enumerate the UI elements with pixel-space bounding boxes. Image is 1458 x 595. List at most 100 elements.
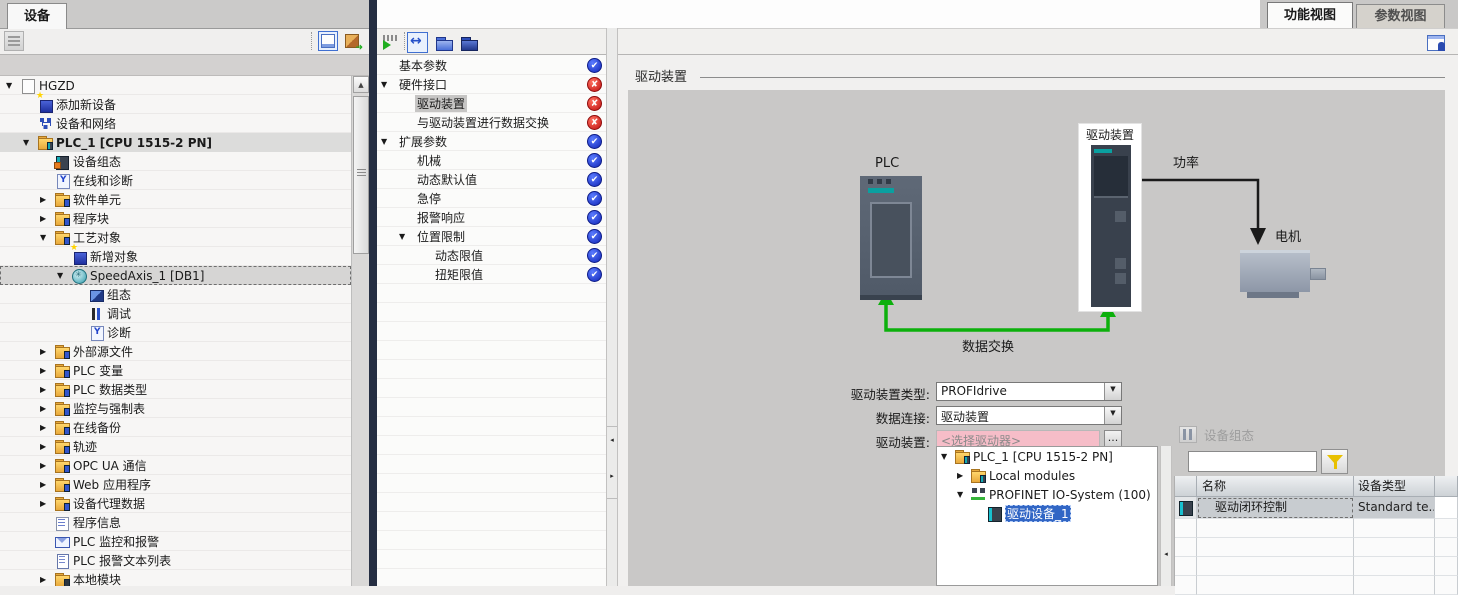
project-tree-item[interactable]: ▼SpeedAxis_1 [DB1]	[0, 266, 351, 285]
splitter-bar[interactable]: ◂ ▸	[606, 28, 618, 586]
project-tree-item[interactable]: ▶外部源文件	[0, 342, 351, 361]
project-tree-item[interactable]: ▶程序块	[0, 209, 351, 228]
project-tree-item[interactable]: ▶设备代理数据	[0, 494, 351, 513]
project-tree-item[interactable]: PLC 监控和报警	[0, 532, 351, 551]
nav-item[interactable]: 与驱动装置进行数据交换	[377, 113, 606, 132]
collapse-left-icon[interactable]: ◂	[607, 436, 617, 444]
chevron-right-icon[interactable]: ▶	[40, 423, 55, 432]
project-tree-item[interactable]: 设备和网络	[0, 114, 351, 133]
chevron-down-icon[interactable]: ▼	[381, 137, 397, 146]
nav-item[interactable]: 机械	[377, 151, 606, 170]
chevron-right-icon[interactable]: ▶	[40, 404, 55, 413]
project-tree-item-label: 在线和诊断	[73, 172, 133, 189]
project-tree-item[interactable]: ▼PLC_1 [CPU 1515-2 PN]	[0, 133, 351, 152]
nav-item[interactable]: 基本参数	[377, 56, 606, 75]
scroll-thumb[interactable]	[353, 96, 369, 254]
chevron-down-icon[interactable]: ▼	[399, 232, 415, 241]
device-name-cell[interactable]: 驱动闭环控制	[1197, 497, 1354, 519]
data-connection-select[interactable]: 驱动装置	[936, 406, 1122, 425]
chevron-down-icon[interactable]: ▼	[23, 138, 38, 147]
chevron-right-icon[interactable]: ▶	[40, 461, 55, 470]
chevron-right-icon[interactable]: ▶	[40, 195, 55, 204]
splitter-bar[interactable]: ◂	[1160, 446, 1172, 586]
project-tree-item[interactable]: ▶轨迹	[0, 437, 351, 456]
portal-view-icon[interactable]	[342, 31, 362, 51]
nav-item[interactable]: 报警响应	[377, 208, 606, 227]
window-layout-icon[interactable]	[1425, 32, 1446, 53]
chevron-down-icon[interactable]	[1104, 407, 1121, 424]
table-row[interactable]: 驱动闭环控制Standard te...	[1175, 497, 1458, 519]
project-tree-item[interactable]: ▶在线备份	[0, 418, 351, 437]
chevron-down-icon[interactable]: ▼	[381, 80, 397, 89]
chevron-right-icon[interactable]: ▶	[40, 499, 55, 508]
filter-input[interactable]	[1188, 451, 1317, 472]
collapse-right-icon[interactable]: ▸	[607, 472, 617, 480]
details-view-icon[interactable]	[318, 31, 338, 51]
project-tree-item[interactable]: ▶本地模块	[0, 570, 351, 586]
tab-devices[interactable]: 设备	[7, 3, 67, 29]
foldergen-icon	[55, 440, 70, 454]
project-tree-item[interactable]: 添加新设备	[0, 95, 351, 114]
project-tree-item[interactable]: ▶PLC 变量	[0, 361, 351, 380]
nav-item[interactable]: 急停	[377, 189, 606, 208]
header-name[interactable]: 名称	[1197, 476, 1354, 497]
header-type[interactable]: 设备类型	[1354, 476, 1435, 497]
project-tree-item[interactable]: 在线和诊断	[0, 171, 351, 190]
chevron-right-icon[interactable]: ▶	[40, 214, 55, 223]
nav-item[interactable]: ▼位置限制	[377, 227, 606, 246]
project-tree-item[interactable]: 调试	[0, 304, 351, 323]
chevron-down-icon[interactable]: ▼	[57, 271, 72, 280]
chevron-down-icon[interactable]: ▼	[40, 233, 55, 242]
chevron-right-icon[interactable]: ▶	[40, 366, 55, 375]
chevron-right-icon[interactable]: ▶	[957, 471, 971, 480]
chevron-down-icon[interactable]: ▼	[6, 81, 21, 90]
project-tree-item[interactable]: ▶软件单元	[0, 190, 351, 209]
picker-tree-item[interactable]: 驱动设备_1	[937, 504, 1157, 523]
project-tree-item[interactable]: ▶Web 应用程序	[0, 475, 351, 494]
nav-item[interactable]: 扭矩限值	[377, 265, 606, 284]
chevron-right-icon[interactable]: ▶	[40, 442, 55, 451]
picker-tree-item[interactable]: ▼PLC_1 [CPU 1515-2 PN]	[937, 447, 1157, 466]
project-tree-item[interactable]: 诊断	[0, 323, 351, 342]
project-tree-item[interactable]: 新增对象	[0, 247, 351, 266]
device-type-cell[interactable]: Standard te...	[1354, 497, 1435, 519]
cfg2-icon	[89, 288, 104, 302]
collapse-left-icon[interactable]: ◂	[1161, 550, 1171, 558]
chevron-down-icon[interactable]: ▼	[941, 452, 955, 461]
nav-item[interactable]: 动态限值	[377, 246, 606, 265]
tab-parameter-view[interactable]: 参数视图	[1356, 4, 1445, 28]
motor-label: 电机	[1275, 226, 1301, 245]
chevron-right-icon[interactable]: ▶	[40, 347, 55, 356]
project-tree-item[interactable]: PLC 报警文本列表	[0, 551, 351, 570]
project-tree-item[interactable]: ▶PLC 数据类型	[0, 380, 351, 399]
chevron-right-icon[interactable]: ▶	[40, 480, 55, 489]
nav-item[interactable]: 动态默认值	[377, 170, 606, 189]
siemens-badge	[868, 188, 894, 193]
effective-values-icon[interactable]	[380, 32, 401, 53]
collapse-all-icon[interactable]	[458, 32, 479, 53]
scroll-up-icon[interactable]: ▲	[353, 76, 369, 93]
chevron-right-icon[interactable]: ▶	[40, 575, 55, 584]
chevron-down-icon[interactable]: ▼	[957, 490, 971, 499]
project-tree-item[interactable]: 设备组态	[0, 152, 351, 171]
chevron-down-icon[interactable]	[1104, 383, 1121, 400]
project-tree-item[interactable]: 程序信息	[0, 513, 351, 532]
picker-tree-item[interactable]: ▶Local modules	[937, 466, 1157, 485]
project-tree-item[interactable]: ▼工艺对象	[0, 228, 351, 247]
picker-tree-item[interactable]: ▼PROFINET IO-System (100)	[937, 485, 1157, 504]
project-tree-item[interactable]: ▶OPC UA 通信	[0, 456, 351, 475]
nav-item[interactable]: 驱动装置	[377, 94, 606, 113]
filter-funnel-icon[interactable]	[1321, 449, 1348, 474]
chevron-right-icon[interactable]: ▶	[40, 385, 55, 394]
drive-type-select[interactable]: PROFIdrive	[936, 382, 1122, 401]
sort-icon[interactable]	[4, 31, 24, 51]
nav-item[interactable]: ▼硬件接口	[377, 75, 606, 94]
expand-all-icon[interactable]	[433, 32, 454, 53]
sync-navigation-icon[interactable]	[407, 32, 428, 53]
tab-function-view[interactable]: 功能视图	[1267, 2, 1353, 28]
project-tree-item[interactable]: 组态	[0, 285, 351, 304]
project-tree-item[interactable]: ▼HGZD	[0, 76, 351, 95]
tree-scrollbar[interactable]: ▲	[351, 76, 369, 586]
project-tree-item[interactable]: ▶监控与强制表	[0, 399, 351, 418]
nav-item[interactable]: ▼扩展参数	[377, 132, 606, 151]
